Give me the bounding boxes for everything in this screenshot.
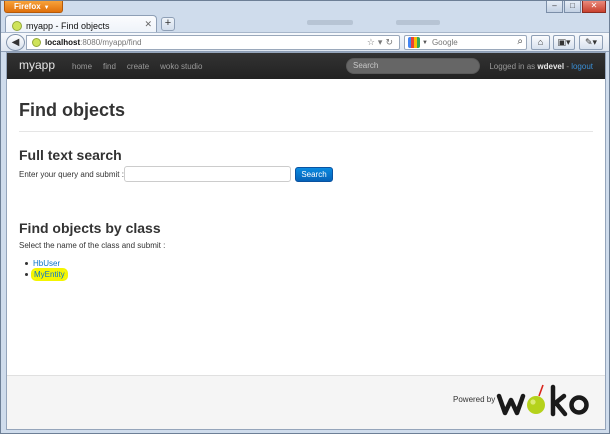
restore-button[interactable]: □	[564, 1, 581, 13]
list-item: HbUser	[25, 258, 66, 269]
byclass-heading: Find objects by class	[19, 220, 161, 236]
title-bar: Firefox ▼ – □ ✕	[1, 1, 609, 14]
tools-button[interactable]: ✎▾	[579, 35, 603, 50]
tab-find-objects[interactable]: myapp - Find objects ✕	[5, 15, 157, 33]
query-input[interactable]	[124, 166, 291, 182]
window-controls: – □ ✕	[546, 1, 606, 13]
close-window-button[interactable]: ✕	[582, 1, 606, 13]
fulltext-help: Enter your query and submit :	[19, 170, 124, 179]
app-nav: home find create woko studio	[72, 62, 202, 71]
app-navbar: myapp home find create woko studio Searc…	[7, 53, 605, 79]
nav-find[interactable]: find	[103, 62, 116, 71]
site-identity-icon	[32, 38, 41, 47]
new-tab-button[interactable]: +	[161, 17, 175, 31]
app-search-input[interactable]: Search	[346, 58, 480, 74]
chevron-down-icon[interactable]: ▼	[422, 40, 428, 46]
nav-woko-studio[interactable]: woko studio	[160, 62, 202, 71]
login-info: Logged in as wdevel - logout	[489, 62, 593, 71]
fulltext-heading: Full text search	[19, 147, 122, 163]
nav-create[interactable]: create	[127, 62, 149, 71]
byclass-help: Select the name of the class and submit …	[19, 241, 166, 250]
bookmark-star-icon[interactable]: ☆▾↻	[367, 37, 396, 48]
url-bar[interactable]: localhost:8080/myapp/find ☆▾↻	[26, 35, 400, 50]
footer: Powered by	[7, 375, 605, 429]
google-icon	[408, 37, 420, 48]
tab-title: myapp - Find objects	[26, 20, 110, 31]
firefox-menu-button[interactable]: Firefox ▼	[4, 1, 63, 13]
divider	[19, 131, 593, 132]
back-button[interactable]: ◀	[6, 34, 25, 51]
search-button[interactable]: Search	[295, 167, 333, 182]
login-prefix: Logged in as	[489, 62, 538, 71]
url-path: :8080/myapp/find	[80, 38, 142, 47]
blurred-region	[307, 20, 353, 25]
addon-button[interactable]: ▣▾	[553, 35, 575, 50]
woko-logo[interactable]	[496, 382, 592, 418]
blurred-region	[396, 20, 440, 25]
browser-window: Firefox ▼ – □ ✕ myapp - Find objects ✕ + …	[0, 0, 610, 434]
favicon-icon	[12, 20, 22, 31]
url-host: localhost	[45, 38, 81, 47]
browser-search-placeholder: Google	[431, 38, 458, 47]
chevron-down-icon: ▼	[43, 5, 50, 11]
class-list: HbUser MyEntity	[25, 258, 66, 280]
class-link-myentity[interactable]: MyEntity	[33, 270, 66, 279]
navigation-toolbar: ◀ localhost:8080/myapp/find ☆▾↻ ▼ Google…	[1, 32, 609, 52]
logout-link[interactable]: logout	[571, 62, 593, 71]
list-item: MyEntity	[25, 269, 66, 280]
page-viewport: myapp home find create woko studio Searc…	[6, 52, 606, 430]
minimize-button[interactable]: –	[546, 1, 563, 13]
tab-close-icon[interactable]: ✕	[144, 19, 152, 30]
firefox-menu-label: Firefox	[14, 2, 41, 11]
app-brand[interactable]: myapp	[19, 58, 55, 72]
username: wdevel	[537, 62, 565, 71]
page-title: Find objects	[19, 100, 126, 120]
powered-by-text: Powered by	[453, 395, 496, 404]
tab-strip: myapp - Find objects ✕ +	[1, 14, 609, 33]
home-button[interactable]: ⌂	[531, 35, 550, 50]
class-link-hbuser[interactable]: HbUser	[33, 259, 60, 268]
magnifier-icon[interactable]: ⌕	[517, 36, 523, 47]
nav-home[interactable]: home	[72, 62, 92, 71]
browser-search-box[interactable]: ▼ Google ⌕	[404, 35, 527, 50]
